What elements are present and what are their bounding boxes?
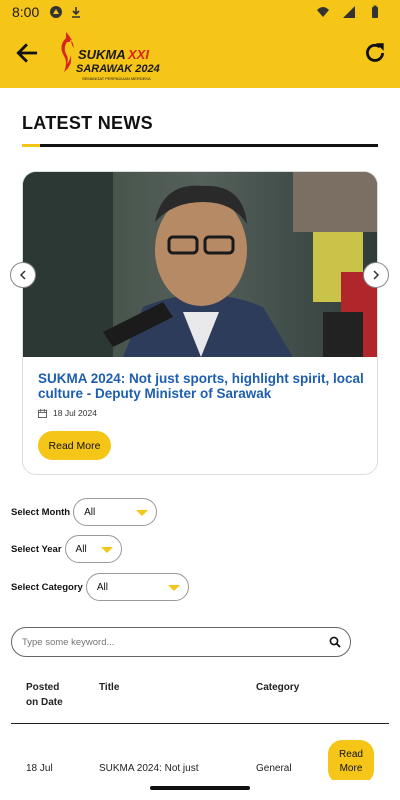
- year-filter: Select Year All: [11, 535, 122, 563]
- dropdown-caret-icon: [100, 547, 113, 553]
- news-date-text: 18 Jul 2024: [53, 408, 97, 418]
- dropdown-caret-icon: [167, 585, 180, 591]
- table-divider: [11, 723, 389, 724]
- row-read-more-line1: Read: [339, 749, 363, 760]
- year-select[interactable]: All: [64, 535, 122, 563]
- refresh-icon[interactable]: [362, 40, 388, 66]
- svg-text:XXI: XXI: [127, 47, 149, 62]
- gesture-bar-area: [0, 780, 400, 800]
- title-underline: [22, 144, 378, 147]
- app-screen: 8:00 SUKMA XXI SARAWAK 2024 SEMANGAT PER…: [0, 0, 400, 800]
- carousel-prev-button[interactable]: [10, 262, 36, 288]
- month-filter-label: Select Month: [11, 506, 71, 518]
- notification-icon: [50, 6, 63, 18]
- back-arrow-icon[interactable]: [14, 40, 40, 66]
- status-bar: 8:00: [0, 0, 400, 24]
- sukma-logo: SUKMA XXI SARAWAK 2024 SEMANGAT PERPADUA…: [61, 32, 160, 81]
- news-headline[interactable]: SUKMA 2024: Not just sports, highlight s…: [38, 371, 368, 401]
- column-header-posted-line1: Posted: [26, 682, 60, 693]
- year-select-value: All: [75, 543, 87, 555]
- search-icon[interactable]: [329, 636, 341, 648]
- category-filter: Select Category All: [11, 573, 189, 601]
- wifi-icon: [317, 7, 329, 17]
- chevron-left-icon: [19, 270, 26, 280]
- section-title: LATEST NEWS: [22, 113, 153, 133]
- read-more-button[interactable]: Read More: [38, 431, 111, 460]
- month-select[interactable]: All: [73, 498, 158, 526]
- row-title: SUKMA 2024: Not just: [99, 763, 199, 774]
- status-time: 8:00: [12, 4, 40, 20]
- column-header-posted-line2: on Date: [26, 697, 63, 708]
- app-bar: SUKMA XXI SARAWAK 2024 SEMANGAT PERPADUA…: [0, 24, 400, 88]
- battery-icon: [372, 5, 378, 18]
- row-read-more-line2: More: [339, 763, 363, 774]
- column-header-title: Title: [99, 682, 120, 693]
- chevron-right-icon: [373, 270, 380, 280]
- category-select[interactable]: All: [85, 573, 189, 601]
- news-photo: [23, 172, 377, 357]
- column-header-category: Category: [256, 682, 300, 693]
- month-select-value: All: [84, 506, 96, 518]
- carousel-next-button[interactable]: [363, 262, 389, 288]
- signal-icon: [343, 6, 355, 18]
- year-filter-label: Select Year: [11, 543, 62, 555]
- featured-news-card[interactable]: SUKMA 2024: Not just sports, highlight s…: [22, 171, 378, 475]
- category-select-value: All: [96, 581, 108, 593]
- row-read-more-button[interactable]: Read More: [328, 740, 374, 784]
- svg-text:SUKMA: SUKMA: [78, 47, 126, 62]
- header: 8:00 SUKMA XXI SARAWAK 2024 SEMANGAT PER…: [0, 0, 400, 88]
- home-gesture-handle[interactable]: [150, 786, 250, 790]
- dropdown-caret-icon: [136, 510, 149, 516]
- svg-text:SARAWAK 2024: SARAWAK 2024: [76, 63, 160, 75]
- search-input[interactable]: [22, 636, 322, 648]
- news-date: 18 Jul 2024: [38, 408, 97, 418]
- row-category: General: [256, 763, 292, 774]
- calendar-icon: [38, 408, 47, 418]
- month-filter: Select Month All: [11, 498, 158, 526]
- svg-text:SEMANGAT PERPADUAN MERDEKA: SEMANGAT PERPADUAN MERDEKA: [82, 76, 151, 81]
- search-box: [11, 627, 351, 657]
- category-filter-label: Select Category: [11, 581, 83, 593]
- download-icon: [72, 7, 81, 18]
- column-header-posted: Posted on Date: [26, 680, 63, 710]
- row-date: 18 Jul: [26, 763, 53, 774]
